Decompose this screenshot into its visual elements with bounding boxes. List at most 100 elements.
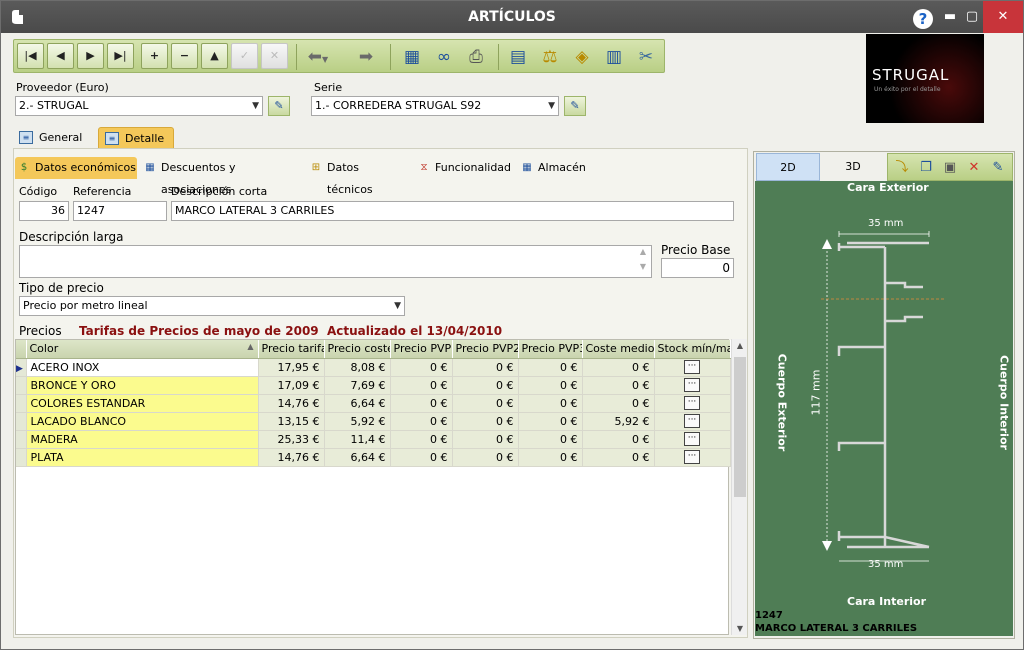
cell-coste-medio[interactable]: 0 € [582, 394, 655, 413]
referencia-field[interactable]: 1247 [73, 201, 167, 221]
subtab-almacen[interactable]: ▦ Almacén [518, 157, 594, 179]
proveedor-select[interactable]: 2.- STRUGAL ▼ [15, 96, 263, 116]
codigo-field[interactable]: 36 [19, 201, 69, 221]
cell-coste-medio[interactable]: 0 € [582, 430, 655, 449]
tags-button[interactable]: ◈ [568, 44, 596, 70]
cell-pvp1[interactable]: 0 € [390, 376, 453, 395]
balance-button[interactable]: ⚖ [536, 44, 564, 70]
minimize-button[interactable]: ▬ [939, 7, 961, 27]
cell-precio-coste[interactable]: 7,69 € [324, 376, 391, 395]
cell-pvp1[interactable]: 0 € [390, 358, 453, 377]
cell-precio-tarifa[interactable]: 17,09 € [258, 376, 325, 395]
stock-button[interactable]: ··· [684, 360, 700, 374]
stock-button[interactable]: ··· [684, 378, 700, 392]
cell-pvp3[interactable]: 0 € [518, 430, 583, 449]
cell-pvp1[interactable]: 0 € [390, 394, 453, 413]
cell-color[interactable]: LACADO BLANCO [26, 412, 259, 431]
cell-pvp2[interactable]: 0 € [452, 376, 519, 395]
cell-precio-tarifa[interactable]: 17,95 € [258, 358, 325, 377]
cell-precio-coste[interactable]: 11,4 € [324, 430, 391, 449]
copy-button[interactable]: ❐ [916, 158, 936, 178]
desc-larga-field[interactable]: ▲ ▼ [19, 245, 652, 278]
column-header-pvp3[interactable]: Precio PVP3 [518, 340, 583, 359]
textarea-scrollbar[interactable]: ▲ ▼ [636, 247, 650, 276]
print-button[interactable]: ⎙ [462, 44, 490, 70]
subtab-datos-tecnicos[interactable]: ⊞ Datos técnicos [307, 157, 407, 196]
table-row[interactable]: BRONCE Y ORO 17,09 € 7,69 € 0 € 0 € 0 € … [16, 376, 731, 395]
chevron-up-icon[interactable]: ▲ [732, 341, 748, 350]
scrollbar-thumb[interactable] [734, 357, 746, 497]
column-header-pvp2[interactable]: Precio PVP2 [452, 340, 519, 359]
cell-color[interactable]: ACERO INOX [26, 358, 259, 377]
proveedor-edit-button[interactable]: ✎ [268, 96, 290, 116]
grid-scrollbar[interactable]: ▲ ▼ [731, 339, 747, 635]
back-arrow-button[interactable]: ⬅▼ [304, 44, 332, 70]
precio-base-field[interactable]: 0 [661, 258, 734, 278]
cell-color[interactable]: MADERA [26, 430, 259, 449]
cell-coste-medio[interactable]: 0 € [582, 448, 655, 467]
tab-general[interactable]: ≡ General [13, 127, 91, 149]
serie-select[interactable]: 1.- CORREDERA STRUGAL S92 ▼ [311, 96, 559, 116]
cell-coste-medio[interactable]: 0 € [582, 358, 655, 377]
cell-precio-tarifa[interactable]: 25,33 € [258, 430, 325, 449]
subtab-funcionalidad[interactable]: ⧖ Funcionalidad [415, 157, 511, 179]
subtab-datos-economicos[interactable]: $ Datos económicos [15, 157, 137, 179]
add-record-button[interactable]: + [141, 43, 168, 69]
cell-pvp3[interactable]: 0 € [518, 448, 583, 467]
column-header-pvp1[interactable]: Precio PVP1 [390, 340, 453, 359]
import-button[interactable]: ⤵ [892, 158, 912, 178]
column-header-precio-coste[interactable]: Precio coste [324, 340, 391, 359]
cell-color[interactable]: PLATA [26, 448, 259, 467]
cell-pvp3[interactable]: 0 € [518, 412, 583, 431]
cell-pvp3[interactable]: 0 € [518, 394, 583, 413]
tab-detalle[interactable]: ≡ Detalle [98, 127, 174, 149]
edit-drawing-button[interactable]: ✎ [988, 158, 1008, 178]
delete-drawing-button[interactable]: ✕ [964, 158, 984, 178]
tab-2d[interactable]: 2D [756, 153, 820, 181]
tipo-precio-select[interactable]: Precio por metro lineal ▼ [19, 296, 405, 316]
forward-arrow-button[interactable]: ➡ [352, 44, 380, 70]
cell-coste-medio[interactable]: 0 € [582, 376, 655, 395]
column-header-coste-medio[interactable]: Coste medio [582, 340, 655, 359]
last-record-button[interactable]: ▶| [107, 43, 134, 69]
confirm-button[interactable]: ✓ [231, 43, 258, 69]
delete-record-button[interactable]: − [171, 43, 198, 69]
table-row[interactable]: MADERA 25,33 € 11,4 € 0 € 0 € 0 € 0 € ··… [16, 430, 731, 449]
table-row[interactable]: PLATA 14,76 € 6,64 € 0 € 0 € 0 € 0 € ··· [16, 448, 731, 467]
cell-pvp2[interactable]: 0 € [452, 412, 519, 431]
cell-precio-coste[interactable]: 8,08 € [324, 358, 391, 377]
cell-pvp3[interactable]: 0 € [518, 358, 583, 377]
cancel-button[interactable]: ✕ [261, 43, 288, 69]
cell-precio-coste[interactable]: 6,64 € [324, 394, 391, 413]
cell-pvp3[interactable]: 0 € [518, 376, 583, 395]
column-header-color[interactable]: Color ▲ [26, 340, 259, 359]
cell-precio-tarifa[interactable]: 13,15 € [258, 412, 325, 431]
table-row[interactable]: COLORES ESTANDAR 14,76 € 6,64 € 0 € 0 € … [16, 394, 731, 413]
cell-precio-coste[interactable]: 5,92 € [324, 412, 391, 431]
stock-button[interactable]: ··· [684, 432, 700, 446]
spreadsheet-button[interactable]: ▥ [600, 44, 628, 70]
next-record-button[interactable]: ▶ [77, 43, 104, 69]
serie-edit-button[interactable]: ✎ [564, 96, 586, 116]
stock-button[interactable]: ··· [684, 414, 700, 428]
cell-pvp2[interactable]: 0 € [452, 358, 519, 377]
cell-pvp2[interactable]: 0 € [452, 448, 519, 467]
prev-record-button[interactable]: ◀ [47, 43, 74, 69]
column-header-stock[interactable]: Stock mín/max [654, 340, 731, 359]
cell-precio-tarifa[interactable]: 14,76 € [258, 448, 325, 467]
table-row[interactable]: LACADO BLANCO 13,15 € 5,92 € 0 € 0 € 0 €… [16, 412, 731, 431]
desc-corta-field[interactable]: MARCO LATERAL 3 CARRILES [171, 201, 734, 221]
cell-color[interactable]: COLORES ESTANDAR [26, 394, 259, 413]
cell-pvp1[interactable]: 0 € [390, 412, 453, 431]
stock-button[interactable]: ··· [684, 396, 700, 410]
table-row[interactable]: ▶ ACERO INOX 17,95 € 8,08 € 0 € 0 € 0 € … [16, 358, 731, 377]
chevron-down-icon[interactable]: ▼ [732, 624, 748, 633]
cell-pvp1[interactable]: 0 € [390, 430, 453, 449]
cell-color[interactable]: BRONCE Y ORO [26, 376, 259, 395]
paste-button[interactable]: ▣ [940, 158, 960, 178]
cell-precio-tarifa[interactable]: 14,76 € [258, 394, 325, 413]
subtab-descuentos[interactable]: ▦ Descuentos y asociaciones [141, 157, 301, 196]
stock-button[interactable]: ··· [684, 450, 700, 464]
cell-precio-coste[interactable]: 6,64 € [324, 448, 391, 467]
grid-view-button[interactable]: ▦ [398, 44, 426, 70]
